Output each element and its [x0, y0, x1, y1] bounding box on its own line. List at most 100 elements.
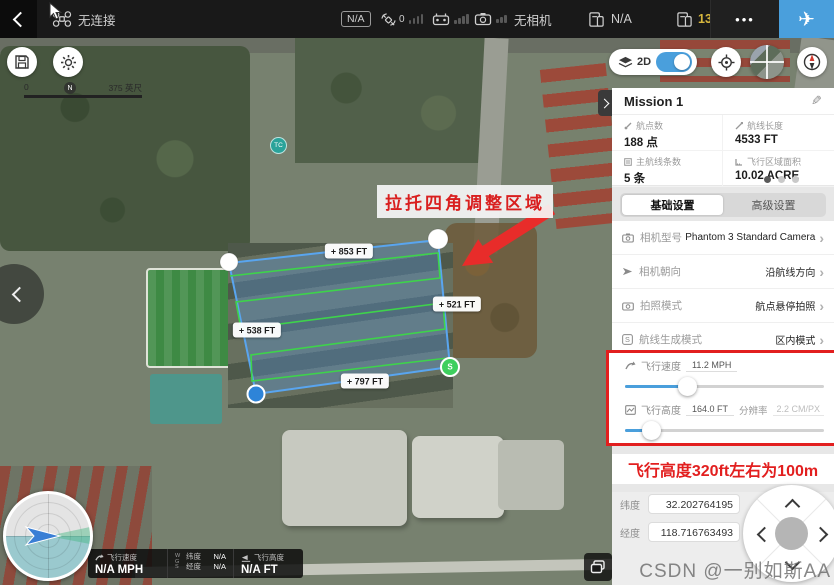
- annotation-note: 飞行高度320ft左右为100m: [612, 454, 834, 484]
- telemetry-speed: 飞行速度 N/A MPH: [88, 549, 167, 578]
- camera-status-text: 无相机: [514, 10, 552, 29]
- telemetry-alt-label: 飞行高度: [254, 552, 284, 563]
- speed-slider-thumb[interactable]: [678, 377, 697, 396]
- latitude-field[interactable]: 32.202764195: [648, 494, 740, 514]
- minimap-button[interactable]: [750, 45, 784, 79]
- tab-advanced-settings[interactable]: 高级设置: [723, 195, 824, 215]
- camera-model-icon: [622, 233, 634, 243]
- waypoint-icon: [624, 122, 632, 130]
- nudge-up-button[interactable]: [785, 499, 801, 515]
- more-dots: •••: [735, 12, 755, 27]
- edge-length-top: + 853 FT: [325, 244, 373, 259]
- settings-list: 相机型号 Phantom 3 Standard Camera › 相机朝向 沿航…: [612, 221, 834, 355]
- rc-battery-status: N/A: [588, 0, 632, 38]
- toggle-knob: [674, 54, 690, 70]
- telemetry-altitude: 飞行高度 N/A FT: [233, 549, 303, 578]
- telemetry-position: WGS 纬度N/A 经度N/A: [167, 549, 233, 578]
- camera-status: 无相机: [474, 0, 552, 38]
- nudge-down-button[interactable]: [785, 555, 801, 571]
- altitude-slider-track[interactable]: [625, 429, 824, 432]
- locate-me-button[interactable]: [711, 47, 741, 77]
- map-mode-label: 2D: [637, 56, 651, 68]
- longitude-field[interactable]: 118.716763493: [648, 522, 740, 542]
- chevron-right-icon: ›: [819, 332, 824, 348]
- rc-battery-value: N/A: [611, 12, 632, 26]
- gps-mode-badge: N/A: [341, 0, 371, 38]
- route-mode-icon: S: [622, 334, 633, 345]
- telemetry-bar: 飞行速度 N/A MPH WGS 纬度N/A 经度N/A 飞行高度 N/A FT: [88, 549, 303, 578]
- svg-text:S: S: [625, 335, 630, 344]
- speed-slider-group: 飞行速度 11.2 MPH: [625, 357, 824, 401]
- stat-label: 航线长度: [747, 119, 783, 132]
- map-mode-pill: 2D: [609, 49, 697, 75]
- resolution-value: 2.2 CM/PX: [773, 404, 825, 416]
- latitude-label: 纬度: [620, 497, 648, 512]
- satellite-signal-bars: [409, 14, 425, 24]
- rc-battery-icon: [588, 11, 605, 28]
- edit-mission-icon[interactable]: ✎: [811, 93, 822, 109]
- nudge-center-button[interactable]: [775, 517, 808, 550]
- speed-label: 飞行速度: [641, 358, 681, 373]
- setting-value: 沿航线方向: [765, 264, 815, 279]
- telemetry-lat-value: N/A: [213, 552, 226, 562]
- stat-label: 飞行区域面积: [747, 155, 801, 168]
- setting-label: 拍照模式: [640, 298, 682, 313]
- map-settings-button[interactable]: [53, 47, 83, 77]
- gps-mode-value: N/A: [341, 11, 371, 27]
- stat-value: 4533 FT: [735, 134, 834, 146]
- takeoff-button[interactable]: ✈: [779, 0, 834, 38]
- edge-length-bottom: + 797 FT: [341, 374, 389, 389]
- route-length-icon: [735, 122, 743, 130]
- edge-length-left: + 538 FT: [233, 323, 281, 338]
- chevron-left-icon: [12, 287, 28, 303]
- rc-status: [432, 0, 470, 38]
- compass-reset-button[interactable]: [797, 47, 827, 77]
- more-menu-button[interactable]: •••: [710, 0, 779, 38]
- back-chevron-icon: [13, 12, 29, 28]
- panel-collapse-tab[interactable]: [598, 90, 612, 116]
- locate-icon: [718, 54, 735, 71]
- tab-basic-settings[interactable]: 基础设置: [622, 195, 723, 215]
- nudge-right-button[interactable]: [813, 527, 829, 543]
- speed-slider-track[interactable]: [625, 385, 824, 388]
- altitude-slider-thumb[interactable]: [642, 421, 661, 440]
- heading-arrow-icon: [622, 266, 633, 277]
- flight-speed-icon: [625, 361, 636, 371]
- flight-altitude-icon: [625, 405, 636, 415]
- setting-camera-model[interactable]: 相机型号 Phantom 3 Standard Camera ›: [612, 221, 834, 255]
- aircraft-arrow-icon: [26, 527, 60, 545]
- telemetry-lng-value: N/A: [213, 562, 226, 572]
- corner-handle-topright[interactable]: [428, 229, 448, 249]
- setting-value: 航点悬停拍照: [755, 298, 815, 313]
- lines-icon: [624, 158, 632, 166]
- setting-camera-heading[interactable]: 相机朝向 沿航线方向 ›: [612, 255, 834, 289]
- nudge-left-button[interactable]: [757, 527, 773, 543]
- mission-header: Mission 1 ✎: [612, 88, 834, 115]
- layers-icon: [590, 560, 606, 574]
- device-battery-icon: [676, 11, 693, 28]
- connection-status: 无连接: [78, 10, 116, 29]
- takeoff-plane-icon: ✈: [798, 7, 815, 31]
- telemetry-speed-value: N/A MPH: [95, 564, 160, 576]
- save-icon: [14, 54, 30, 70]
- panel-page-dots[interactable]: [764, 176, 799, 183]
- minimap-crosshair: [766, 45, 768, 79]
- chevron-right-icon: ›: [819, 298, 824, 314]
- save-mission-button[interactable]: [7, 47, 37, 77]
- setting-value: 区内模式: [775, 332, 815, 347]
- corner-handle-bottomleft[interactable]: [248, 386, 265, 403]
- longitude-label: 经度: [620, 525, 648, 540]
- mode-2d-toggle[interactable]: [656, 52, 692, 72]
- altitude-value: 164.0 FT: [686, 404, 734, 416]
- back-button[interactable]: [0, 0, 37, 38]
- altitude-slider-group: 飞行高度 164.0 FT 分辨率 2.2 CM/PX: [625, 401, 824, 445]
- setting-shoot-mode[interactable]: 拍照模式 航点悬停拍照 ›: [612, 289, 834, 323]
- flight-parameters-box: 飞行速度 11.2 MPH 飞行高度 164.0 FT 分辨率 2.2 CM/P…: [606, 350, 834, 446]
- setting-label: 航线生成模式: [639, 332, 702, 347]
- telemetry-alt-value: N/A FT: [241, 564, 296, 576]
- edge-length-right: + 521 FT: [433, 297, 481, 312]
- remote-controller-icon: [432, 12, 450, 26]
- stat-main-lines: 主航线条数 5 条: [612, 151, 723, 187]
- map-layers-button[interactable]: [584, 553, 612, 581]
- corner-handle-topleft[interactable]: [220, 253, 238, 271]
